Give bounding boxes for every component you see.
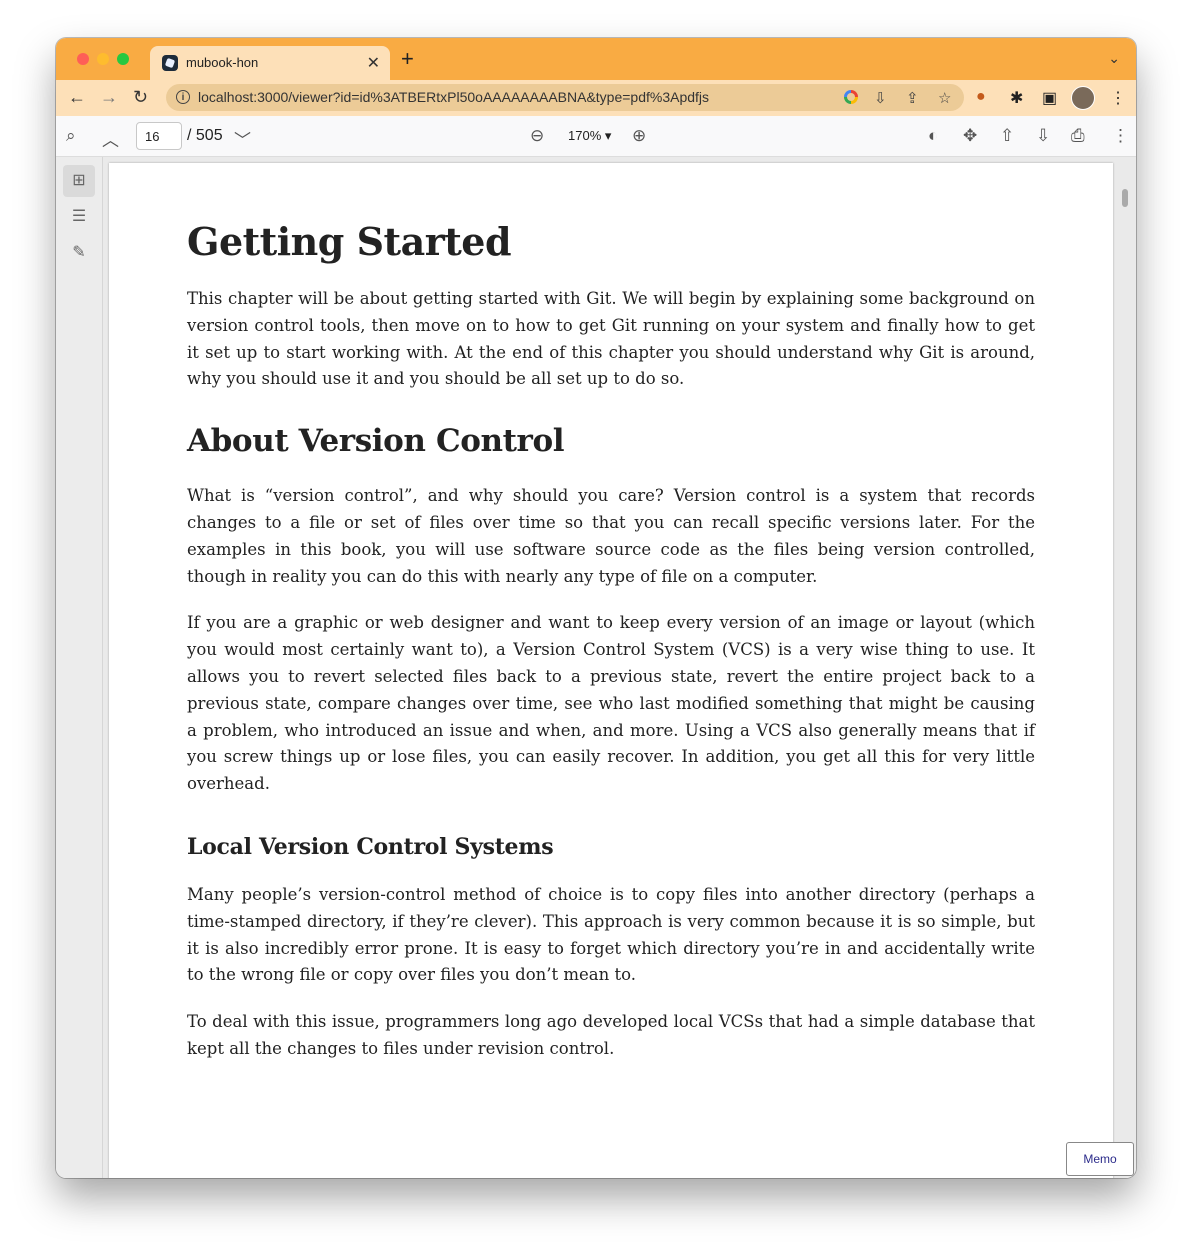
navigation-bar: ← → ↻ i localhost:3000/viewer?id=id%3ATB… xyxy=(56,80,1136,116)
pdf-sidebar: ⊞ ☰ ✎ xyxy=(56,157,103,1178)
scrollbar-thumb[interactable] xyxy=(1122,189,1128,207)
close-window-button[interactable] xyxy=(77,53,89,65)
tab-bar: mubook-hon ✕ + ⌄ xyxy=(56,38,1136,80)
paragraph: What is “version control”, and why shoul… xyxy=(187,486,1035,586)
profile-avatar[interactable] xyxy=(1071,86,1095,110)
pdf-more-icon[interactable]: ⋮ xyxy=(1112,126,1129,146)
favicon-icon xyxy=(162,55,178,71)
browser-window: mubook-hon ✕ + ⌄ ← → ↻ i localhost:3000/… xyxy=(56,38,1136,1178)
section-heading: About Version Control xyxy=(187,423,565,460)
close-icon[interactable]: ✕ xyxy=(367,53,380,73)
outline-icon[interactable]: ☰ xyxy=(63,201,95,233)
extension-fox-icon[interactable]: ● xyxy=(976,88,986,106)
reload-icon[interactable]: ↻ xyxy=(133,87,148,108)
search-icon[interactable]: ⌕ xyxy=(66,126,76,146)
memo-button[interactable]: Memo xyxy=(1066,1142,1134,1176)
extensions-puzzle-icon[interactable]: ✱ xyxy=(1010,88,1023,108)
paragraph: If you are a graphic or web designer and… xyxy=(187,613,1035,794)
thumbnails-icon[interactable]: ⊞ xyxy=(63,165,95,197)
zoom-out-icon[interactable]: ⊖ xyxy=(530,126,544,146)
pdf-page: Getting Started This chapter will be abo… xyxy=(109,163,1113,1178)
subsection-heading: Local Version Control Systems xyxy=(187,833,554,860)
download-icon[interactable]: ⇩ xyxy=(1036,126,1050,146)
chapter-title: Getting Started xyxy=(187,219,512,264)
page-total: / 505 xyxy=(187,127,223,144)
install-icon[interactable]: ⇩ xyxy=(874,89,887,107)
paragraph: To deal with this issue, programmers lon… xyxy=(187,1012,1035,1058)
pdf-viewer[interactable]: Getting Started This chapter will be abo… xyxy=(103,157,1136,1178)
google-icon[interactable] xyxy=(844,90,858,104)
previous-page-icon[interactable]: ︿ xyxy=(102,126,119,151)
chevron-down-icon[interactable]: ⌄ xyxy=(1108,50,1120,67)
address-bar[interactable]: i localhost:3000/viewer?id=id%3ATBERtxPl… xyxy=(166,84,964,111)
tab-active[interactable]: mubook-hon ✕ xyxy=(150,46,390,80)
minimize-window-button[interactable] xyxy=(97,53,109,65)
pdf-toolbar: ⌕ ︿ / 505 ﹀ ⊖ 170% ▾ ⊕ ◐ ✥ ⇧ ⇩ ⎙ ⋮ xyxy=(56,116,1136,157)
paragraph: This chapter will be about getting start… xyxy=(187,289,1035,389)
bookmark-star-icon[interactable]: ☆ xyxy=(938,89,951,107)
zoom-select[interactable]: 170% ▾ xyxy=(568,128,611,144)
maximize-window-button[interactable] xyxy=(117,53,129,65)
attachment-icon[interactable]: ✎ xyxy=(63,237,95,269)
new-tab-icon[interactable]: + xyxy=(401,48,414,70)
forward-icon[interactable]: → xyxy=(100,87,118,108)
url-text[interactable]: localhost:3000/viewer?id=id%3ATBERtxPl50… xyxy=(198,89,709,105)
tab-title: mubook-hon xyxy=(186,55,259,70)
paragraph: Many people’s version-control method of … xyxy=(187,884,1035,985)
theme-toggle-icon[interactable]: ◐ xyxy=(928,126,938,146)
info-icon[interactable]: i xyxy=(176,90,190,104)
zoom-in-icon[interactable]: ⊕ xyxy=(632,126,646,146)
back-icon[interactable]: ← xyxy=(68,87,86,108)
page-content: Getting Started This chapter will be abo… xyxy=(187,219,1035,1083)
print-icon[interactable]: ⎙ xyxy=(1071,126,1085,146)
more-menu-icon[interactable]: ⋮ xyxy=(1110,88,1126,108)
next-page-icon[interactable]: ﹀ xyxy=(234,126,251,151)
move-icon[interactable]: ✥ xyxy=(963,126,977,146)
share-icon[interactable]: ⇪ xyxy=(906,89,919,107)
upload-icon[interactable]: ⇧ xyxy=(1000,126,1014,146)
page-number-input[interactable] xyxy=(136,122,182,150)
side-panel-icon[interactable]: ▣ xyxy=(1042,88,1057,108)
